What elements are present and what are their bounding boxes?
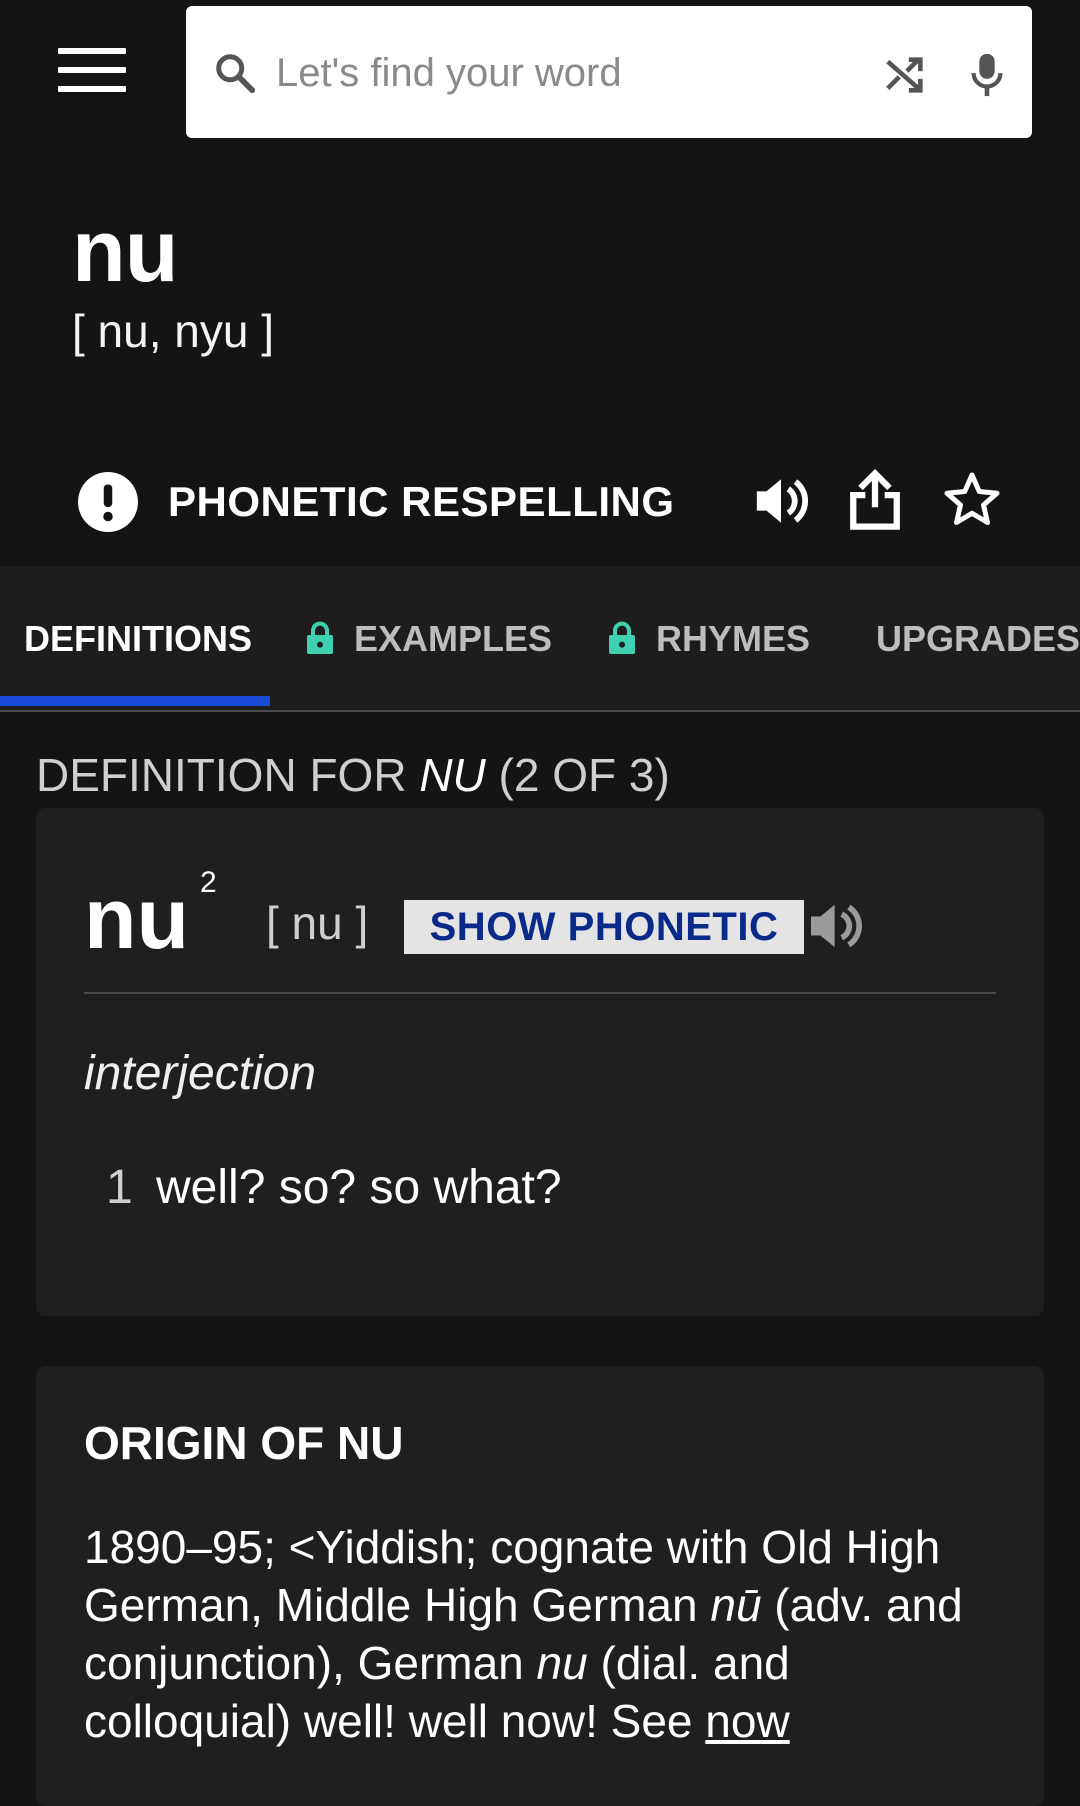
origin-italic-term: nū — [710, 1579, 762, 1631]
sense-text: well? so? so what? — [156, 1161, 562, 1214]
origin-text: 1890–95; <Yiddish; cognate with Old High… — [84, 1518, 984, 1750]
definition-heading-prefix: DEFINITION FOR — [36, 749, 420, 801]
part-of-speech: interjection — [84, 1047, 317, 1100]
tab-rhymes[interactable]: RHYMES — [608, 618, 810, 660]
origin-link-now[interactable]: now — [705, 1695, 789, 1747]
tab-examples[interactable]: EXAMPLES — [306, 618, 552, 660]
headword-pronunciation: [ nu ] — [266, 897, 369, 949]
active-tab-indicator — [0, 696, 270, 706]
tab-upgrades-label: UPGRADES — [876, 618, 1080, 659]
headword-text: nu — [84, 871, 190, 967]
entry-pronunciation: [ nu, nyu ] — [72, 305, 275, 357]
origin-card: ORIGIN OF NU 1890–95; <Yiddish; cognate … — [36, 1366, 1044, 1806]
definition-card: nu 2 [ nu ] SHOW PHONETIC interjection 1 … — [36, 808, 1044, 1316]
alert-icon — [78, 472, 138, 532]
tab-definitions-label: DEFINITIONS — [24, 618, 253, 659]
origin-title: ORIGIN OF NU — [84, 1417, 404, 1469]
definition-heading-suffix: (2 OF 3) — [485, 749, 670, 801]
microphone-icon[interactable] — [964, 50, 1010, 100]
sense-number: 1 — [106, 1161, 133, 1214]
origin-italic-term: nu — [536, 1637, 588, 1689]
headword-superscript: 2 — [200, 866, 217, 899]
menu-icon[interactable] — [58, 48, 126, 98]
star-icon[interactable] — [942, 470, 1002, 530]
speaker-icon[interactable] — [808, 900, 866, 952]
search-icon — [216, 54, 256, 94]
tab-upgrades[interactable]: UPGRADES — [876, 618, 1080, 660]
entry-word: nu — [72, 201, 179, 300]
lock-icon — [609, 621, 635, 654]
tab-bar: DEFINITIONS EXAMPLES RHYMES UPGRADES — [0, 566, 1080, 712]
lock-icon — [307, 621, 333, 654]
definition-heading: DEFINITION FOR NU (2 OF 3) — [36, 748, 670, 802]
shuffle-icon[interactable] — [882, 52, 928, 98]
tab-rhymes-label: RHYMES — [656, 618, 811, 659]
share-icon[interactable] — [846, 468, 904, 532]
definition-heading-word: NU — [419, 749, 486, 801]
divider — [84, 992, 996, 994]
phonetic-respelling-label: PHONETIC RESPELLING — [168, 478, 675, 525]
headword: nu 2 — [84, 866, 217, 969]
search-bar[interactable] — [186, 6, 1032, 138]
tab-definitions[interactable]: DEFINITIONS — [24, 618, 252, 660]
show-phonetic-button[interactable]: SHOW PHONETIC — [404, 900, 804, 954]
search-input[interactable] — [274, 42, 838, 104]
tab-examples-label: EXAMPLES — [354, 618, 553, 659]
speaker-icon[interactable] — [752, 472, 810, 530]
